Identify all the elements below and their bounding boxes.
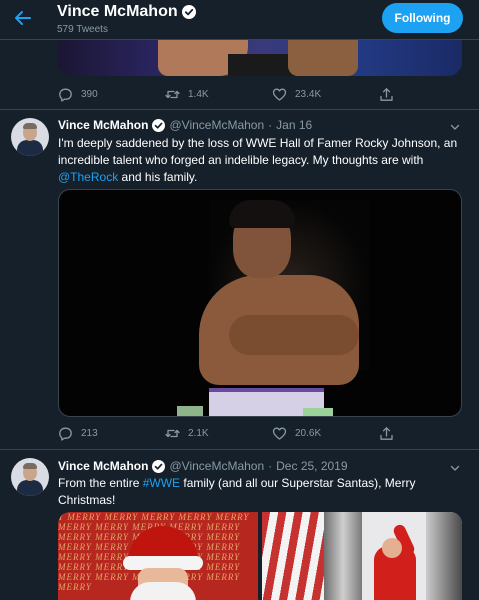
photo-ring-sign <box>177 406 203 416</box>
tweet-header: Vince McMahon @VinceMcMahon · Jan 16 <box>58 118 312 132</box>
retweet-button[interactable]: 1.4K <box>165 87 272 102</box>
like-icon <box>272 88 287 101</box>
tweet-date[interactable]: Dec 25, 2019 <box>276 459 347 473</box>
like-count: 23.4K <box>295 89 322 100</box>
tweet-photo[interactable]: Y MERRY MERRY MERRY MERRY MERRY MERRY ME… <box>58 512 258 600</box>
avatar-suit <box>17 140 43 156</box>
separator: · <box>268 118 273 132</box>
separator: · <box>268 459 273 473</box>
photo-subject-hair <box>229 200 295 228</box>
avatar-hair <box>23 123 37 129</box>
previous-tweet-actions: 390 1.4K 23.4K <box>58 87 479 102</box>
photo-subject-arm <box>229 315 359 355</box>
tweet-actions: 213 2.1K 20.6K <box>58 426 479 441</box>
profile-name: Vince McMahon <box>57 3 178 20</box>
tweet-header: Vince McMahon @VinceMcMahon · Dec 25, 20… <box>58 459 348 473</box>
author-handle[interactable]: @VinceMcMahon <box>169 459 264 473</box>
back-arrow-icon[interactable] <box>12 7 34 29</box>
avatar-suit <box>17 480 43 496</box>
hashtag-link[interactable]: #WWE <box>143 476 180 490</box>
photo-dark-panel <box>426 512 462 600</box>
tweet-photo-grid: Y MERRY MERRY MERRY MERRY MERRY MERRY ME… <box>58 512 462 600</box>
retweet-button[interactable]: 2.1K <box>165 426 272 441</box>
retweet-count: 2.1K <box>188 428 209 439</box>
tweet-text: I'm deeply saddened by the loss of WWE H… <box>58 135 462 186</box>
like-count: 20.6K <box>295 428 322 439</box>
like-icon <box>272 427 287 440</box>
profile-header: Vince McMahon 579 Tweets Following <box>0 0 479 40</box>
photo-ring-sign <box>303 408 333 416</box>
tweet-count: 579 Tweets <box>57 24 108 35</box>
reply-icon <box>59 88 72 102</box>
chevron-down-icon[interactable] <box>449 462 461 474</box>
author-handle[interactable]: @VinceMcMahon <box>169 118 264 132</box>
reply-button[interactable]: 390 <box>58 87 165 102</box>
tweet-text-part: and his family. <box>118 170 198 184</box>
photo-flag <box>262 512 324 600</box>
photo-santa-beard <box>130 582 196 600</box>
retweet-count: 1.4K <box>188 89 209 100</box>
like-button[interactable]: 23.4K <box>272 87 379 102</box>
photo-silver-panel <box>324 512 362 600</box>
verified-badge-icon <box>152 459 166 473</box>
share-icon <box>380 88 393 101</box>
reply-count: 390 <box>81 89 98 100</box>
author-name[interactable]: Vince McMahon <box>58 118 148 132</box>
tweet-photo[interactable] <box>58 189 462 417</box>
verified-badge-icon <box>181 5 196 19</box>
tweet-date[interactable]: Jan 16 <box>276 118 312 132</box>
chevron-down-icon[interactable] <box>449 121 461 133</box>
reply-icon <box>59 427 72 441</box>
following-button[interactable]: Following <box>382 3 463 33</box>
tweet-text-part: From the entire <box>58 476 143 490</box>
media-figure <box>288 40 358 76</box>
share-button[interactable] <box>379 87 479 102</box>
divider <box>0 449 479 450</box>
avatar[interactable] <box>11 458 49 496</box>
retweet-icon <box>165 429 180 438</box>
avatar-hair <box>23 463 37 469</box>
share-button[interactable] <box>379 426 479 441</box>
tweet-photo[interactable] <box>262 512 462 600</box>
reply-button[interactable]: 213 <box>58 426 165 441</box>
divider <box>0 109 479 110</box>
avatar[interactable] <box>11 118 49 156</box>
tweet-text-part: I'm deeply saddened by the loss of WWE H… <box>58 136 458 167</box>
share-icon <box>380 427 393 440</box>
verified-badge-icon <box>152 118 166 132</box>
tweet-text: From the entire #WWE family (and all our… <box>58 475 462 509</box>
retweet-icon <box>165 90 180 99</box>
header-title: Vince McMahon <box>57 3 196 21</box>
author-name[interactable]: Vince McMahon <box>58 459 148 473</box>
like-button[interactable]: 20.6K <box>272 426 379 441</box>
mention-link[interactable]: @TheRock <box>58 170 118 184</box>
reply-count: 213 <box>81 428 98 439</box>
photo-santa-face <box>382 538 402 558</box>
previous-tweet-media[interactable] <box>58 40 462 76</box>
